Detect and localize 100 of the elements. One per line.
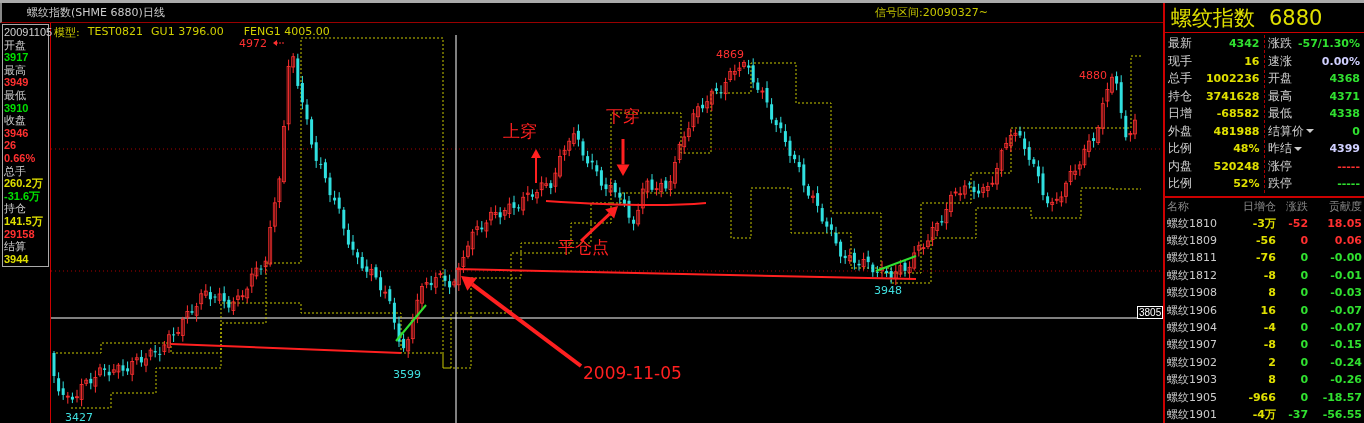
quote-value: 3741628 (1205, 89, 1260, 103)
signal-range: 信号区间:20090327~ (875, 5, 988, 20)
price-label: 3599 (393, 368, 421, 381)
table-cell-text: 8 (1267, 372, 1277, 389)
table-cell-text: -18.57 (1321, 389, 1363, 406)
table-cell-text: -8 (1262, 267, 1277, 284)
table-cell-text: -56 (1255, 233, 1277, 250)
quote-label: 开盘 (1267, 70, 1292, 88)
info-label: 开盘 (4, 38, 26, 52)
quote-label: 速涨 (1267, 52, 1292, 70)
info-value: 0.66% (4, 151, 36, 165)
table-cell-text: -56.55 (1321, 407, 1363, 423)
quote-value: 4399 (1329, 142, 1360, 156)
table-cell-text: -0.07 (1329, 302, 1363, 319)
info-label: 最低 (4, 88, 26, 102)
quote-value: ----- (1337, 159, 1360, 173)
info-value: 3949 (4, 76, 29, 89)
table-cell-text: 0 (1299, 285, 1310, 302)
table-cell-text: 螺纹1902 (1166, 354, 1218, 371)
quote-value: 4342 (1228, 37, 1260, 51)
quote-label[interactable]: 结算价 (1267, 123, 1304, 138)
table-cell-text: -4万 (1251, 407, 1277, 423)
table-cell-text: 18.05 (1326, 215, 1363, 232)
quote-value: ----- (1337, 177, 1360, 191)
table-cell-text: -76 (1255, 250, 1277, 267)
quote-value: 52% (1233, 177, 1260, 191)
quote-label: 内盘 (1168, 157, 1192, 175)
table-cell-text: -966 (1247, 389, 1277, 406)
table-cell-text: 0 (1299, 302, 1310, 319)
quote-label: 比例 (1168, 140, 1192, 158)
info-label: 结算 (4, 240, 26, 253)
price-label: 3427 (65, 411, 93, 423)
table-cell-text: 螺纹1906 (1166, 302, 1218, 319)
info-value: 3944 (4, 252, 29, 266)
table-cell-text: -0.24 (1329, 354, 1363, 371)
table-cell-text: 螺纹1908 (1166, 285, 1218, 302)
quote-label: 现手 (1168, 52, 1192, 70)
quote-value: 48% (1233, 142, 1260, 156)
table-cell-text: 螺纹1812 (1166, 267, 1218, 284)
table-cell-text: -8 (1262, 337, 1277, 354)
quote-label: 最高 (1267, 87, 1292, 105)
table-cell-text: -0.00 (1329, 250, 1363, 267)
table-cell-text: 螺纹1810 (1166, 215, 1218, 232)
quote-value: 1002236 (1205, 72, 1260, 86)
table-cell-text: 0 (1299, 354, 1310, 371)
info-value: 3910 (4, 101, 29, 115)
table-cell-text: 螺纹1904 (1166, 320, 1218, 337)
table-cell-text: -0.26 (1329, 372, 1363, 389)
quote-value: 16 (1244, 54, 1260, 68)
annotation-text: 平仓点 (558, 236, 609, 259)
annotation-text: 下穿 (606, 105, 640, 128)
quote-label: 外盘 (1168, 122, 1192, 140)
table-cell-text: 16 (1259, 302, 1277, 319)
quote-value: 0.00% (1321, 54, 1360, 68)
info-value: -31.6万 (4, 189, 41, 203)
quote-label[interactable]: 昨结 (1267, 141, 1292, 156)
quote-value: 4368 (1329, 72, 1360, 86)
table-cell-text: 0 (1299, 233, 1310, 250)
column-header: 名称 (1166, 198, 1190, 215)
column-header: 贡献度 (1328, 198, 1363, 215)
quote-label: 最新 (1168, 35, 1192, 53)
quote-label: 涨跌 (1267, 35, 1292, 53)
feng-value: FENG1 4005.00 (243, 25, 330, 39)
table-cell-text: -4 (1262, 320, 1277, 337)
quote-label: 跌停 (1267, 175, 1292, 193)
price-label: 4972 (239, 37, 267, 50)
annotation-text: 2009-11-05 (583, 363, 682, 383)
table-cell-text: 0 (1299, 250, 1310, 267)
table-cell-text: 螺纹1903 (1166, 372, 1218, 389)
quote-value: -68582 (1216, 107, 1260, 121)
column-header: 涨跌 (1285, 198, 1310, 215)
price-label: 4880 (1079, 69, 1107, 82)
info-value: 3946 (4, 126, 29, 140)
quote-value: 4371 (1329, 89, 1360, 103)
table-cell-text: 螺纹1905 (1166, 389, 1218, 406)
quote-value: -57/1.30% (1297, 37, 1360, 51)
table-cell-text: -0.03 (1329, 285, 1363, 302)
info-value: 29158 (4, 227, 35, 241)
quote-label: 涨停 (1267, 157, 1292, 175)
table-cell-text: -37 (1287, 407, 1310, 423)
axis-label: 3805 (1137, 306, 1164, 319)
table-cell-text: 0.06 (1333, 233, 1363, 250)
table-cell-text: -0.15 (1329, 337, 1363, 354)
table-cell-text: 0 (1299, 372, 1310, 389)
info-value: 26 (4, 139, 17, 152)
model-name: TEST0821 (87, 25, 144, 40)
table-cell-text: 0 (1299, 267, 1310, 284)
table-cell-text: -3万 (1251, 215, 1277, 232)
table-cell-text: 0 (1299, 320, 1310, 337)
quote-value: 4338 (1329, 107, 1360, 121)
model-label: 模型: (54, 25, 80, 40)
info-label: 持仓 (4, 202, 26, 215)
table-cell-text: -52 (1287, 215, 1310, 232)
gu-value: GU1 3796.00 (151, 25, 224, 40)
table-cell-text: 8 (1267, 285, 1277, 302)
annotation-text: 上穿 (503, 120, 537, 143)
table-cell-text: 0 (1299, 389, 1310, 406)
price-label: 3948 (874, 284, 902, 297)
quote-value: 0 (1352, 124, 1360, 138)
quote-label: 最低 (1267, 105, 1292, 123)
